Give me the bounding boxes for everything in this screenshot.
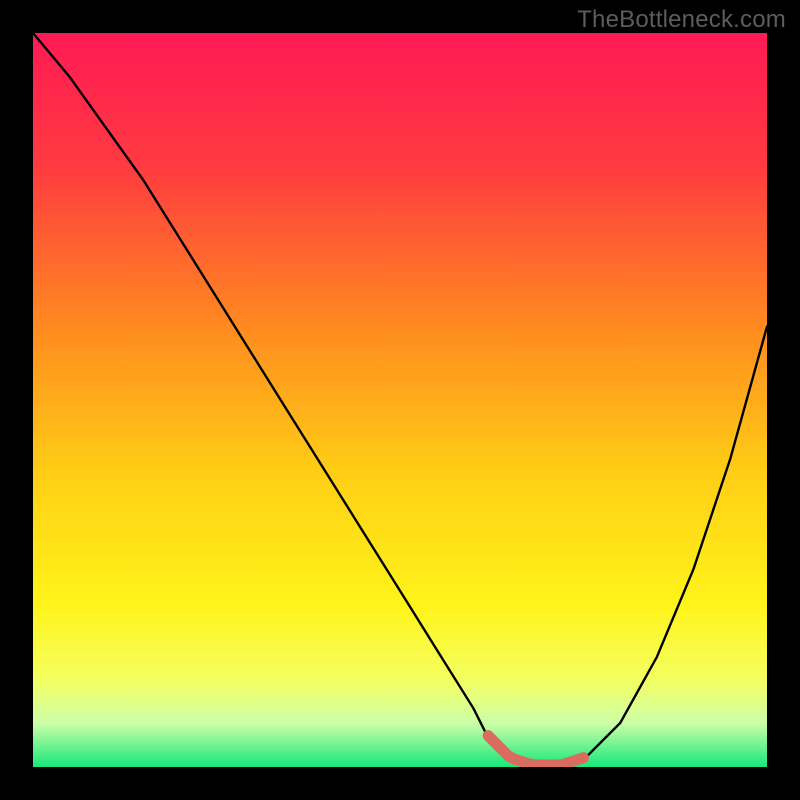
optimal-highlight <box>488 736 583 765</box>
watermark-text: TheBottleneck.com <box>577 6 786 34</box>
plot-area <box>33 33 767 767</box>
bottleneck-curve <box>33 33 767 767</box>
curve-layer <box>33 33 767 767</box>
chart-frame: TheBottleneck.com <box>0 0 800 800</box>
